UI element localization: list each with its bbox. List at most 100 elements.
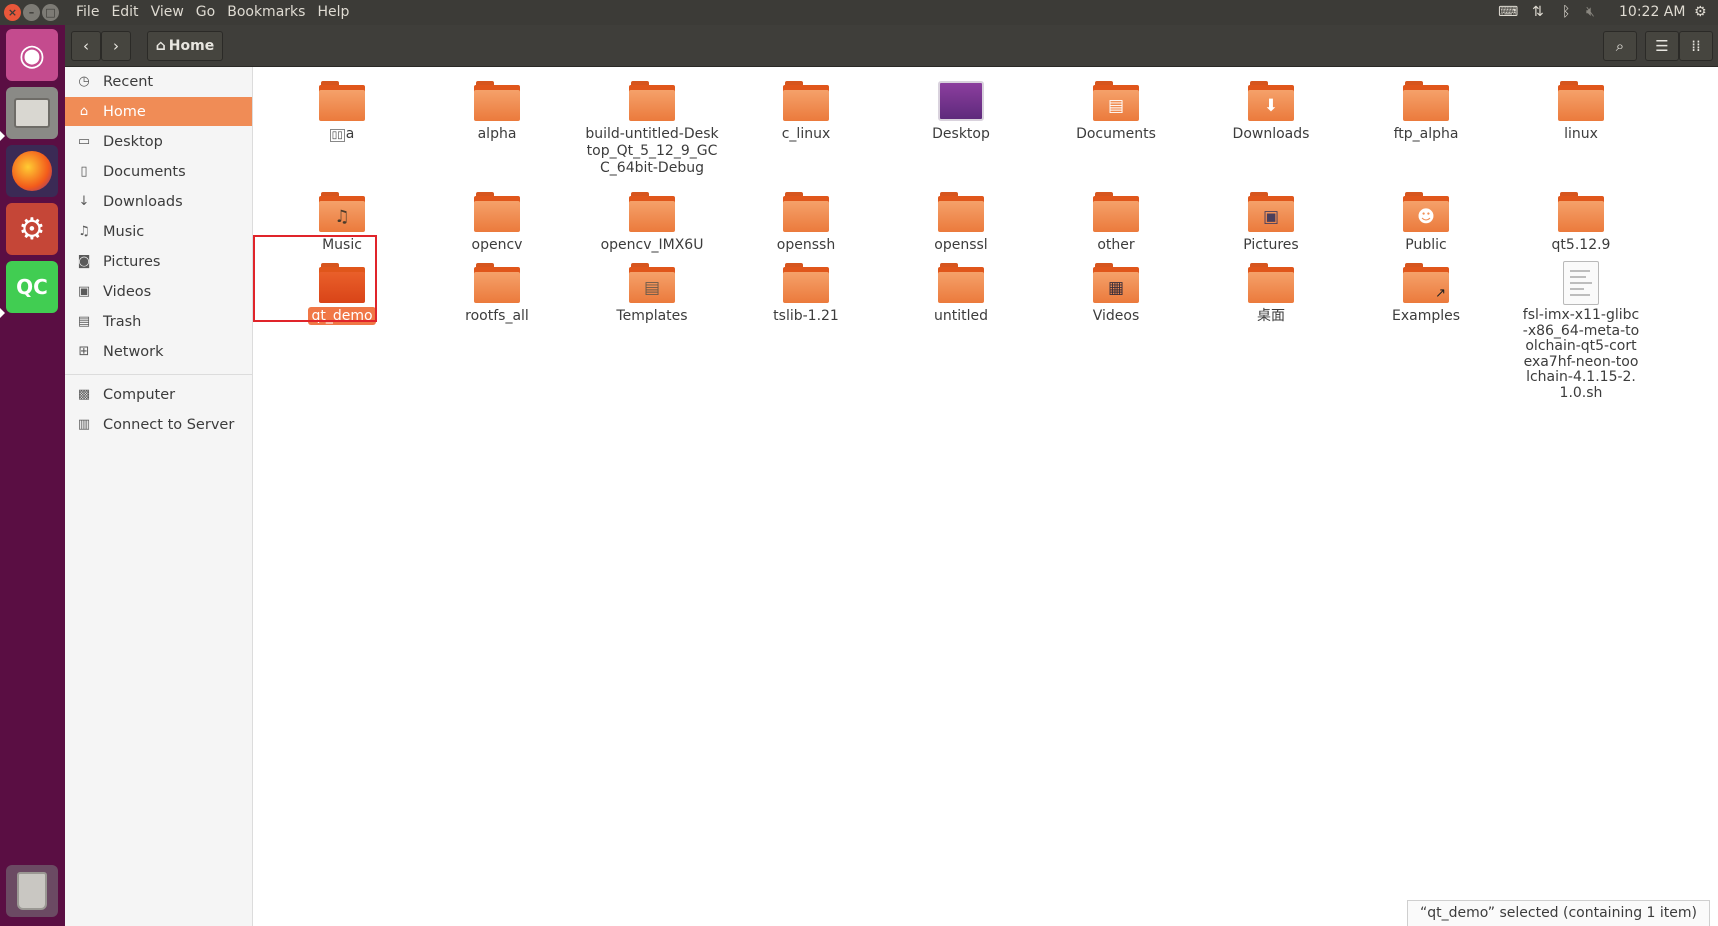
unknown-glyph-icon: ▯▯: [329, 129, 345, 142]
server-icon: ▥: [77, 417, 91, 432]
file-item[interactable]: qt5.12.9: [1504, 192, 1658, 254]
bluetooth-icon[interactable]: ᛒ: [1562, 0, 1570, 25]
file-item[interactable]: tslib-1.21: [729, 263, 883, 325]
sidebar-item-documents[interactable]: ▯ Documents: [65, 157, 252, 186]
file-label: ftp_alpha: [1393, 126, 1459, 142]
file-item[interactable]: ☻ Public: [1349, 192, 1503, 254]
sidebar-item-downloads[interactable]: ↓ Downloads: [65, 187, 252, 216]
document-icon: ▯: [80, 164, 88, 179]
files-icon[interactable]: [6, 87, 58, 139]
file-item[interactable]: ▤ Templates: [575, 263, 729, 325]
list-icon: ☰: [1655, 37, 1669, 55]
grid-icon: ⁞⁞: [1691, 37, 1701, 55]
sidebar-item-label: Recent: [103, 73, 154, 90]
sidebar-item-desktop[interactable]: ▭ Desktop: [65, 127, 252, 156]
toolbar: ‹ › ⌂ Home ⌕ ☰ ⁞⁞: [65, 25, 1718, 67]
chevron-right-icon: ›: [113, 37, 119, 55]
download-icon: ↓: [78, 194, 90, 209]
videos-folder-icon: ▦: [1093, 263, 1139, 303]
file-label: tslib-1.21: [773, 308, 839, 324]
forward-button[interactable]: ›: [101, 31, 131, 61]
file-item[interactable]: build-untitled-Desktop_Qt_5_12_9_GCC_64b…: [575, 81, 729, 177]
file-label: openssh: [776, 237, 836, 253]
firefox-icon[interactable]: [6, 145, 58, 197]
file-item[interactable]: ⬇ Downloads: [1194, 81, 1348, 143]
launcher: ◉ ⚙ QC: [0, 25, 65, 926]
menu-view[interactable]: View: [145, 0, 190, 25]
file-item[interactable]: ▯▯ a: [265, 81, 419, 144]
file-item[interactable]: c_linux: [729, 81, 883, 143]
sidebar-item-connect-to-server[interactable]: ▥ Connect to Server: [65, 410, 252, 439]
sidebar-item-trash[interactable]: ▤ Trash: [65, 307, 252, 336]
menu-bookmarks[interactable]: Bookmarks: [221, 0, 311, 25]
network-arrows-icon[interactable]: ⇅: [1532, 0, 1544, 25]
file-item[interactable]: opencv: [420, 192, 574, 254]
file-item[interactable]: other: [1039, 192, 1193, 254]
ubuntu-dash-icon[interactable]: ◉: [6, 29, 58, 81]
folder-icon: [783, 81, 829, 121]
folder-icon: [1558, 81, 1604, 121]
file-item[interactable]: opencv_IMX6U: [575, 192, 729, 254]
window-minimize-button[interactable]: –: [23, 4, 40, 21]
file-item[interactable]: Desktop: [884, 81, 1038, 143]
file-item[interactable]: rootfs_all: [420, 263, 574, 325]
breadcrumb-home[interactable]: ⌂ Home: [147, 31, 223, 61]
folder-icon: [319, 81, 365, 121]
file-item[interactable]: ▣ Pictures: [1194, 192, 1348, 254]
clock-icon: ◷: [78, 74, 90, 89]
sidebar-item-home[interactable]: ⌂ Home: [65, 97, 252, 126]
qt-creator-icon[interactable]: QC: [6, 261, 58, 313]
sidebar-item-label: Home: [103, 103, 146, 120]
folder-icon: [938, 263, 984, 303]
sidebar-item-videos[interactable]: ▣ Videos: [65, 277, 252, 306]
sidebar: ◷ Recent ⌂ Home ▭ Desktop ▯ Documents ↓ Downl…: [65, 67, 253, 926]
file-item[interactable]: 桌面: [1194, 263, 1348, 325]
trash-icon[interactable]: [6, 865, 58, 917]
grid-view-button[interactable]: ⁞⁞: [1679, 31, 1713, 61]
folder-icon: [629, 192, 675, 232]
search-button[interactable]: ⌕: [1603, 31, 1637, 61]
top-menu-bar: × – □ File Edit View Go Bookmarks Help ⌨…: [0, 0, 1718, 25]
folder-icon: [474, 192, 520, 232]
menu-file[interactable]: File: [70, 0, 105, 25]
system-settings-icon[interactable]: ⚙: [6, 203, 58, 255]
settings-gear-icon[interactable]: ⚙: [1694, 0, 1707, 25]
file-label: build-untitled-Desktop_Qt_5_12_9_GCC_64b…: [585, 126, 719, 176]
menu-edit[interactable]: Edit: [105, 0, 144, 25]
sidebar-item-computer[interactable]: ▩ Computer: [65, 380, 252, 409]
file-item[interactable]: ▦ Videos: [1039, 263, 1193, 325]
file-item[interactable]: linux: [1504, 81, 1658, 143]
status-bar: “qt_demo” selected (containing 1 item): [1406, 900, 1710, 926]
file-item[interactable]: ↗ Examples: [1349, 263, 1503, 325]
documents-folder-icon: ▤: [1093, 81, 1139, 121]
sidebar-item-label: Connect to Server: [103, 416, 235, 433]
file-item[interactable]: ▤ Documents: [1039, 81, 1193, 143]
file-item[interactable]: openssh: [729, 192, 883, 254]
downloads-folder-icon: ⬇: [1248, 81, 1294, 121]
volume-muted-icon[interactable]: 🔇︎: [1586, 0, 1595, 25]
file-item[interactable]: openssl: [884, 192, 1038, 254]
file-item[interactable]: untitled: [884, 263, 1038, 325]
file-label: Templates: [616, 308, 688, 324]
window-close-button[interactable]: ×: [4, 4, 21, 21]
sidebar-item-label: Pictures: [103, 253, 161, 270]
file-item[interactable]: ftp_alpha: [1349, 81, 1503, 143]
back-button[interactable]: ‹: [71, 31, 101, 61]
menu-go[interactable]: Go: [190, 0, 221, 25]
sidebar-item-pictures[interactable]: ◙ Pictures: [65, 247, 252, 276]
selection-highlight-box: [253, 235, 377, 322]
file-item[interactable]: fsl-imx-x11-glibc-x86_64-meta-toolchain-…: [1504, 261, 1658, 401]
file-label: Videos: [1092, 308, 1140, 324]
folder-icon: [1403, 81, 1449, 121]
list-view-button[interactable]: ☰: [1645, 31, 1679, 61]
folder-icon: ▭: [77, 134, 91, 149]
window-maximize-button[interactable]: □: [42, 4, 59, 21]
file-label: c_linux: [781, 126, 831, 142]
sidebar-item-network[interactable]: ⊞ Network: [65, 337, 252, 366]
keyboard-icon[interactable]: ⌨: [1498, 0, 1518, 25]
menu-help[interactable]: Help: [311, 0, 355, 25]
clock[interactable]: 10:22 AM: [1619, 0, 1685, 25]
sidebar-item-recent[interactable]: ◷ Recent: [65, 67, 252, 96]
file-item[interactable]: alpha: [420, 81, 574, 143]
sidebar-item-music[interactable]: ♫ Music: [65, 217, 252, 246]
